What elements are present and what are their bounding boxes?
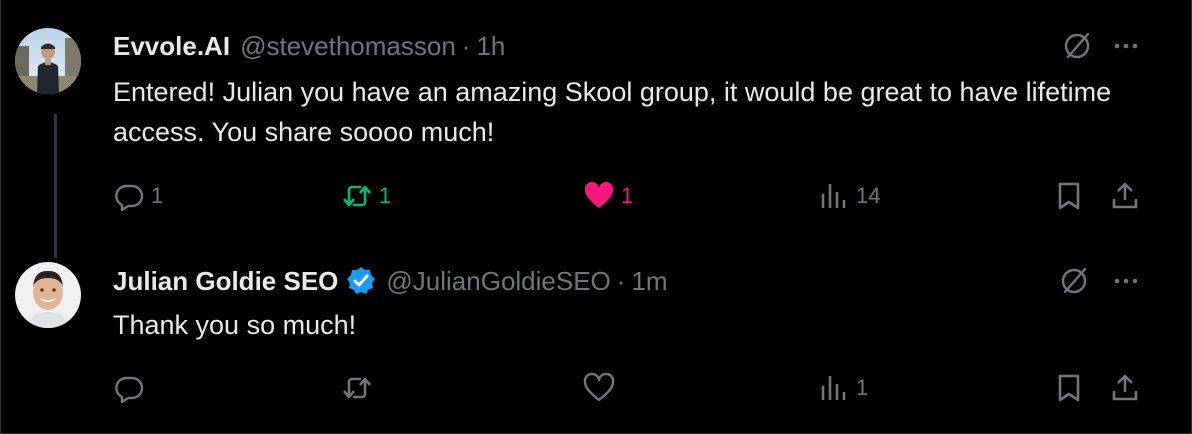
views-button[interactable]: 14 [818, 176, 880, 216]
views-count: 14 [856, 183, 881, 208]
bookmark-icon [1058, 182, 1080, 210]
tweet-header: Evvole.AI @stevethomasson · 1h [113, 30, 505, 62]
conversation-thread: Evvole.AI @stevethomasson · 1h Entered! … [0, 0, 1192, 434]
user-handle[interactable]: @stevethomasson [240, 30, 456, 62]
retweet-icon [343, 377, 371, 399]
heart-icon [583, 372, 615, 402]
separator-dot: · [616, 266, 626, 296]
bookmark-button[interactable] [1053, 368, 1085, 408]
like-count: 1 [621, 183, 634, 208]
reply-button[interactable] [113, 368, 151, 408]
reply-icon [115, 376, 144, 404]
tweet-actions: 1 1 1 14 [113, 176, 1153, 216]
bookmark-icon [1058, 374, 1080, 402]
share-icon [1112, 182, 1138, 209]
bookmark-button[interactable] [1053, 176, 1085, 216]
tweet-actions: 1 [113, 368, 1153, 408]
display-name[interactable]: Julian Goldie SEO [113, 265, 338, 297]
verified-badge-icon [347, 267, 376, 294]
separator-dot: · [461, 31, 471, 61]
tweet-header: Julian Goldie SEO @JulianGoldieSEO · 1m [113, 265, 668, 297]
reply-count: 1 [151, 183, 164, 208]
share-icon [1112, 374, 1138, 401]
timestamp[interactable]: 1h [476, 30, 505, 62]
retweet-button[interactable] [341, 368, 379, 408]
views-count: 1 [856, 375, 869, 400]
share-button[interactable] [1109, 176, 1141, 216]
tweet-reply-evvole[interactable]: Evvole.AI @stevethomasson · 1h Entered! … [1, 0, 1192, 240]
user-handle[interactable]: @JulianGoldieSEO [386, 265, 610, 297]
retweet-button[interactable]: 1 [341, 176, 391, 216]
display-name[interactable]: Evvole.AI [113, 30, 230, 62]
grok-icon[interactable] [1059, 266, 1089, 296]
grok-icon[interactable] [1062, 31, 1092, 61]
like-button[interactable] [583, 368, 621, 408]
views-button[interactable]: 1 [818, 368, 868, 408]
retweet-icon [343, 185, 371, 207]
heart-icon [584, 181, 614, 208]
retweet-count: 1 [379, 183, 392, 208]
reply-button[interactable]: 1 [113, 176, 163, 216]
like-button[interactable]: 1 [583, 176, 633, 216]
more-options-icon[interactable] [1111, 31, 1141, 61]
tweet-text: Thank you so much! [113, 310, 357, 340]
views-chart-icon [821, 376, 846, 400]
avatar[interactable] [15, 28, 81, 94]
timestamp[interactable]: 1m [631, 265, 667, 297]
more-options-icon[interactable] [1111, 266, 1141, 296]
tweet-text: Entered! Julian you have an amazing Skoo… [113, 77, 1112, 147]
reply-icon [115, 184, 144, 212]
share-button[interactable] [1109, 368, 1141, 408]
tweet-reply-julian[interactable]: Julian Goldie SEO @JulianGoldieSEO · 1m … [1, 240, 1192, 434]
views-chart-icon [821, 184, 846, 208]
avatar[interactable] [15, 262, 81, 328]
